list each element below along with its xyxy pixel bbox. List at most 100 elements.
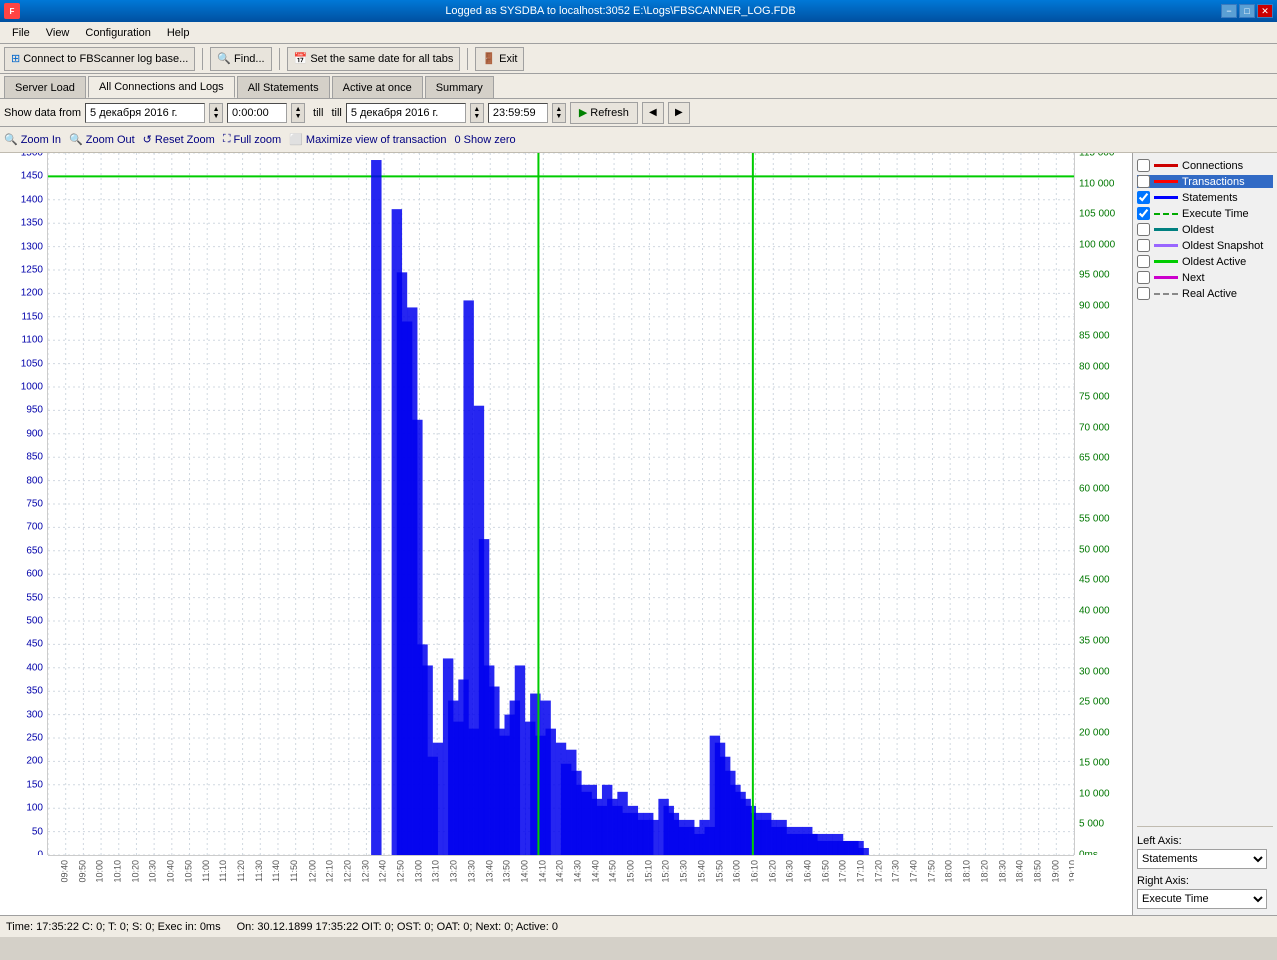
x-axis-label: 18:20 <box>979 860 989 883</box>
tab-all-statements[interactable]: All Statements <box>237 76 330 98</box>
tab-active-at-once[interactable]: Active at once <box>332 76 423 98</box>
x-axis-label: 17:00 <box>838 860 848 883</box>
full-zoom-button[interactable]: ⛶ Full zoom <box>223 133 281 146</box>
y-right-label: 95 000 <box>1079 270 1110 281</box>
menu-view[interactable]: View <box>38 25 78 41</box>
next-nav-button[interactable]: ▶ <box>668 102 690 124</box>
x-axis-label: 12:50 <box>395 860 405 883</box>
x-axis-label: 16:00 <box>731 860 741 883</box>
from-date-spin[interactable]: ▲▼ <box>209 103 223 123</box>
from-time-spin[interactable]: ▲▼ <box>291 103 305 123</box>
legend-item-oldest-active[interactable]: Oldest Active <box>1137 255 1273 268</box>
exit-button[interactable]: 🚪 Exit <box>475 47 524 71</box>
x-axis-label: 18:50 <box>1032 860 1042 883</box>
y-left-label: 100 <box>26 803 43 814</box>
y-left-label: 1050 <box>21 358 43 369</box>
to-date-spin[interactable]: ▲▼ <box>470 103 484 123</box>
y-right-label: 30 000 <box>1079 666 1110 677</box>
minimize-button[interactable]: − <box>1221 4 1237 18</box>
legend-item-oldest-snapshot[interactable]: Oldest Snapshot <box>1137 239 1273 252</box>
to-time-spin[interactable]: ▲▼ <box>552 103 566 123</box>
y-left-label: 1150 <box>21 311 43 322</box>
toolbar-separator-1 <box>202 48 203 70</box>
x-axis-label: 15:50 <box>714 860 724 883</box>
show-zero-button[interactable]: 0 Show zero <box>455 134 516 146</box>
reset-zoom-button[interactable]: ↺ Reset Zoom <box>143 133 215 146</box>
left-axis-select[interactable]: StatementsConnectionsTransactionsOldestO… <box>1137 849 1267 869</box>
x-axis-label: 11:40 <box>271 860 281 882</box>
to-date-input[interactable] <box>346 103 466 123</box>
tab-all-connections[interactable]: All Connections and Logs <box>88 76 235 98</box>
y-left-label: 750 <box>26 499 43 510</box>
y-right-label: 100 000 <box>1079 239 1115 250</box>
till-label: till <box>313 107 323 119</box>
legend-item-oldest[interactable]: Oldest <box>1137 223 1273 236</box>
find-icon: 🔍 <box>217 52 231 65</box>
chart-wrapper: 1500145014001350130012501200115011001050… <box>0 153 1132 915</box>
menu-help[interactable]: Help <box>159 25 198 41</box>
close-button[interactable]: ✕ <box>1257 4 1273 18</box>
zoom-out-icon: 🔍 <box>69 133 83 146</box>
x-axis-label: 15:00 <box>625 860 635 883</box>
y-right-label: 90 000 <box>1079 300 1110 311</box>
y-left-label: 550 <box>26 592 43 603</box>
to-time-input[interactable] <box>488 103 548 123</box>
y-left-label: 700 <box>26 522 43 533</box>
tab-summary[interactable]: Summary <box>425 76 494 98</box>
y-right-label: 75 000 <box>1079 392 1110 403</box>
x-axis-label: 12:20 <box>342 860 352 883</box>
x-axis-label: 13:50 <box>502 860 512 883</box>
tab-bar: Server Load All Connections and Logs All… <box>0 74 1277 99</box>
y-left-label: 900 <box>26 428 43 439</box>
x-axis-label: 16:40 <box>802 860 812 883</box>
x-axis-label: 17:40 <box>908 860 918 883</box>
show-zero-icon: 0 <box>455 134 461 146</box>
app-icon: F <box>4 3 20 19</box>
x-axis-label: 18:30 <box>997 860 1007 883</box>
x-axis-label: 16:50 <box>820 860 830 883</box>
menu-configuration[interactable]: Configuration <box>77 25 158 41</box>
x-axis-label: 17:50 <box>926 860 936 883</box>
y-left-label: 800 <box>26 475 43 486</box>
y-left-label: 250 <box>26 733 43 744</box>
from-date-input[interactable] <box>85 103 205 123</box>
menu-file[interactable]: File <box>4 25 38 41</box>
x-axis-label: 11:20 <box>236 860 246 882</box>
x-axis-label: 18:10 <box>961 860 971 883</box>
x-axis-label: 19:10 <box>1068 860 1074 883</box>
toolbar: ⊞ Connect to FBScanner log base... 🔍 Fin… <box>0 44 1277 74</box>
title-bar: F Logged as SYSDBA to localhost:3052 E:\… <box>0 0 1277 22</box>
from-time-input[interactable] <box>227 103 287 123</box>
refresh-button[interactable]: ▶ Refresh <box>570 102 638 124</box>
zoom-out-button[interactable]: 🔍 Zoom Out <box>69 133 135 146</box>
x-axis-label: 13:20 <box>448 860 458 883</box>
legend-item-statements[interactable]: Statements <box>1137 191 1273 204</box>
legend-item-transactions[interactable]: Transactions <box>1137 175 1273 188</box>
maximize-view-button[interactable]: ⬜ Maximize view of transaction <box>289 133 446 146</box>
x-axis-label: 09:50 <box>77 860 87 883</box>
y-right-label: 60 000 <box>1079 483 1110 494</box>
x-axis-label: 14:20 <box>555 860 565 883</box>
tab-server-load[interactable]: Server Load <box>4 76 86 98</box>
y-right-label: 105 000 <box>1079 209 1115 220</box>
set-same-date-button[interactable]: 📅 Set the same date for all tabs <box>287 47 461 71</box>
calendar-icon: 📅 <box>294 52 308 65</box>
x-axis-label: 17:20 <box>873 860 883 883</box>
legend-item-execute-time[interactable]: Execute Time <box>1137 207 1273 220</box>
x-axis-label: 13:40 <box>484 860 494 883</box>
connect-button[interactable]: ⊞ Connect to FBScanner log base... <box>4 47 195 71</box>
y-right-label: 115 000 <box>1079 153 1114 159</box>
chart-area[interactable] <box>48 153 1074 855</box>
x-axis-label: 12:30 <box>360 860 370 883</box>
x-axis-label: 14:00 <box>519 860 529 883</box>
legend-item-next[interactable]: Next <box>1137 271 1273 284</box>
maximize-button[interactable]: □ <box>1239 4 1255 18</box>
legend-item-connections[interactable]: Connections <box>1137 159 1273 172</box>
find-button[interactable]: 🔍 Find... <box>210 47 271 71</box>
x-axis-label: 16:20 <box>767 860 777 883</box>
y-right-label: 0ms <box>1079 850 1098 856</box>
zoom-in-button[interactable]: 🔍 Zoom In <box>4 133 61 146</box>
right-axis-select[interactable]: Execute TimeConnectionsTransactionsState… <box>1137 889 1267 909</box>
legend-item-real-active[interactable]: Real Active <box>1137 287 1273 300</box>
prev-nav-button[interactable]: ◀ <box>642 102 664 124</box>
